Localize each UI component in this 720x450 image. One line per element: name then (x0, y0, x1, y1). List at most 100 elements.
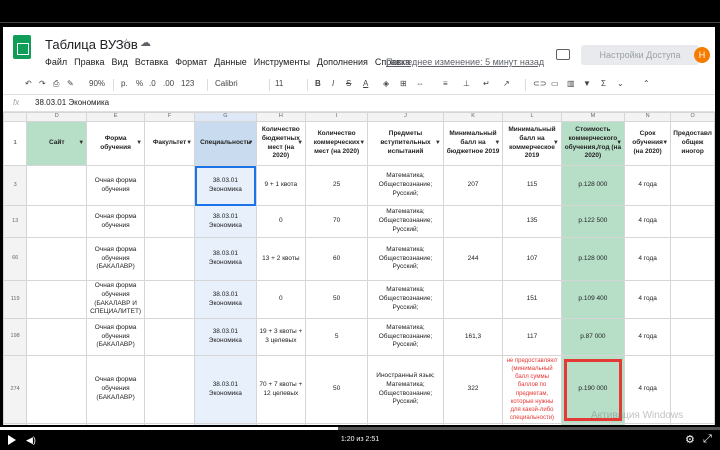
cell-site[interactable] (26, 318, 88, 357)
text-wrap-icon[interactable]: ↵ (483, 79, 490, 88)
column-letter[interactable]: L (502, 112, 562, 122)
menu-edit[interactable]: Правка (74, 57, 104, 67)
font-size-select[interactable]: 11 (275, 79, 283, 88)
header-cell[interactable]: Срок обучения (на 2020) ▼ (624, 121, 672, 166)
avatar[interactable]: Н (694, 47, 710, 63)
cell-specialty[interactable]: 38.03.01 Экономика (194, 165, 257, 206)
column-letter[interactable]: K (442, 112, 504, 122)
cell-min-budget[interactable]: 207 (442, 165, 504, 206)
cell-min-commercial[interactable]: 107 (502, 237, 562, 281)
column-letter[interactable]: N (624, 112, 672, 122)
cell-subjects[interactable]: Математика; Обществознание; Русский; (367, 237, 444, 281)
cell-commercial[interactable]: 50 (305, 279, 369, 320)
sheets-logo-icon[interactable] (13, 35, 31, 59)
cell-budget[interactable]: 70 + 7 квоты + 12 целевых (255, 355, 307, 425)
filter-icon[interactable]: ▼ (186, 139, 192, 147)
cell-min-budget[interactable] (442, 279, 504, 320)
fullscreen-icon[interactable]: ⤢ (703, 433, 712, 446)
comment-icon[interactable] (556, 49, 570, 60)
header-cell[interactable]: Количество коммерческих мест (на 2020) ▼ (305, 121, 369, 166)
cell-subjects[interactable]: Математика; Обществознание; Русский; (367, 165, 444, 206)
cell-cost[interactable]: р.87 000 (560, 318, 626, 357)
cell-dorm[interactable] (670, 279, 715, 320)
cell-site[interactable] (26, 165, 88, 206)
menu-file[interactable]: Файл (45, 57, 67, 67)
chevron-down-icon[interactable]: ⌄ (617, 79, 624, 88)
cell-form[interactable]: Очная форма обучения (86, 205, 146, 238)
percent-button[interactable]: % (136, 79, 143, 88)
cell-form[interactable]: Очная форма обучения (БАКАЛАВР) (86, 355, 146, 425)
cell-term[interactable]: 4 года (624, 279, 672, 320)
cell-commercial[interactable]: 25 (305, 165, 369, 206)
cell-site[interactable] (26, 237, 88, 281)
borders-icon[interactable]: ⊞ (400, 79, 407, 88)
text-rotate-icon[interactable]: ↗ (503, 79, 510, 88)
cell-commercial[interactable]: 70 (305, 205, 369, 238)
header-cell[interactable]: Минимальный балл на бюджетное 2019 ▼ (442, 121, 504, 166)
row-number[interactable]: 119 (3, 279, 28, 320)
cell-term[interactable]: 4 года (624, 205, 672, 238)
cell-min-budget[interactable]: 322 (442, 355, 504, 425)
cell-form[interactable]: Очная форма обучения (БАКАЛАВР И СПЕЦИАЛ… (86, 279, 146, 320)
cell-faculty[interactable] (144, 355, 196, 425)
cell-subjects[interactable]: Иностранный язык; Математика; Обществозн… (367, 355, 444, 425)
cell-specialty[interactable]: 38.03.01 Экономика (194, 279, 257, 320)
cell-term[interactable]: 4 года (624, 318, 672, 357)
filter-icon[interactable]: ▼ (297, 139, 303, 147)
align-vertical-icon[interactable]: ⊥ (463, 79, 470, 88)
cell-commercial[interactable]: 50 (305, 355, 369, 425)
cell-commercial[interactable]: 60 (305, 237, 369, 281)
bold-icon[interactable]: B (315, 79, 321, 88)
paint-format-icon[interactable]: ✎ (67, 79, 74, 88)
cell-min-commercial[interactable]: не предоставляют (минимальный балл суммы… (502, 355, 562, 425)
cell-budget[interactable]: 19 + 3 квоты + 3 целевых (255, 318, 307, 357)
increase-decimal-button[interactable]: .00 (163, 79, 174, 88)
cell-faculty[interactable] (144, 165, 196, 206)
cell-dorm[interactable] (670, 165, 715, 206)
row-number[interactable]: 198 (3, 318, 28, 357)
cell-site[interactable] (26, 279, 88, 320)
undo-icon[interactable]: ↶ (25, 79, 32, 88)
cell-specialty[interactable]: 38.03.01 Экономика (194, 237, 257, 281)
row-number[interactable]: 1 (3, 121, 28, 166)
cell-term[interactable]: 4 года (624, 237, 672, 281)
cell-budget[interactable]: 0 (255, 205, 307, 238)
cell-dorm[interactable] (670, 205, 715, 238)
select-all-corner[interactable] (3, 112, 28, 122)
menu-view[interactable]: Вид (112, 57, 128, 67)
column-letter[interactable]: H (255, 112, 307, 122)
menu-data[interactable]: Данные (214, 57, 247, 67)
cell-subjects[interactable]: Математика; Обществознание; Русский; (367, 205, 444, 238)
print-icon[interactable]: ⎙ (53, 79, 59, 89)
cloud-status-icon[interactable]: ☁ (140, 36, 151, 49)
cell-min-budget[interactable]: 161,3 (442, 318, 504, 357)
cell-faculty[interactable] (144, 237, 196, 281)
filter-icon[interactable]: ▼ (78, 139, 84, 147)
merge-icon[interactable]: ⇔ (416, 79, 424, 88)
more-formats-button[interactable]: 123 (181, 79, 194, 88)
comment-add-icon[interactable]: ▭ (551, 79, 559, 88)
cell-commercial[interactable]: 5 (305, 318, 369, 357)
text-color-icon[interactable]: A (363, 79, 368, 88)
cell-dorm[interactable] (670, 318, 715, 357)
video-progress-bar[interactable] (0, 427, 720, 430)
redo-icon[interactable]: ↷ (39, 79, 46, 88)
header-cell[interactable]: Предметы вступительных испытаний ▼ (367, 121, 444, 166)
filter-icon[interactable]: ▼ (136, 139, 142, 147)
menu-addons[interactable]: Дополнения (317, 57, 368, 67)
last-edit-link[interactable]: Последнее изменение: 5 минут назад (386, 57, 544, 67)
star-icon[interactable]: ☆ (121, 36, 132, 50)
menu-format[interactable]: Формат (175, 57, 207, 67)
cell-site[interactable] (26, 355, 88, 425)
filter-icon[interactable]: ▼ (248, 139, 254, 147)
header-cell[interactable]: Предоставл общеж иногор (670, 121, 715, 166)
cell-faculty[interactable] (144, 279, 196, 320)
cell-cost[interactable]: р.128 000 (560, 237, 626, 281)
cell-min-commercial[interactable]: 115 (502, 165, 562, 206)
header-cell[interactable]: Стоимость коммерческого обучения,/год (н… (560, 121, 626, 166)
column-letter[interactable]: M (560, 112, 626, 122)
cell-cost[interactable]: р.128 000 (560, 165, 626, 206)
menu-tools[interactable]: Инструменты (254, 57, 310, 67)
filter-icon[interactable]: ▼ (435, 139, 441, 147)
cell-faculty[interactable] (144, 205, 196, 238)
